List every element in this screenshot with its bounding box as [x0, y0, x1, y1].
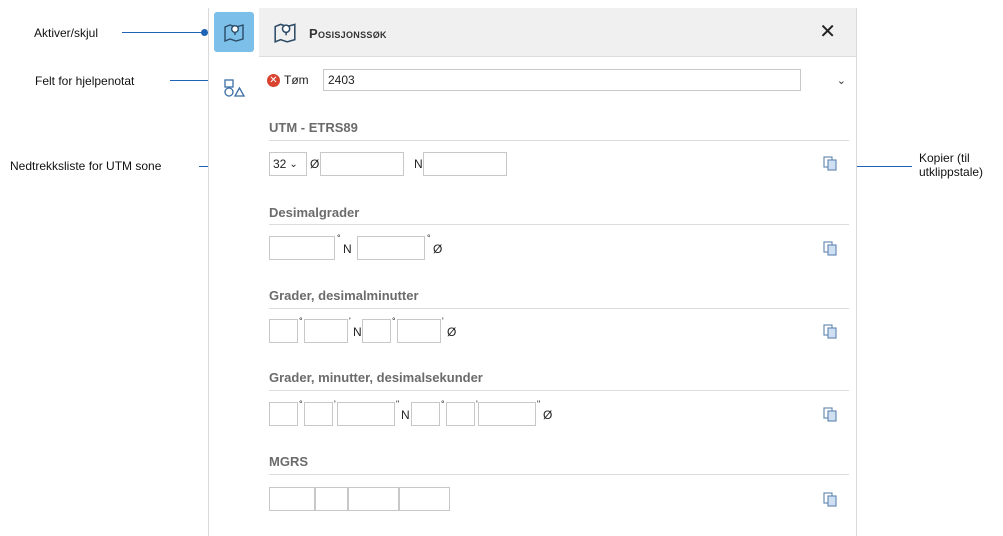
- decimal-lon-input[interactable]: [357, 236, 425, 260]
- callout-zone: Nedtrekksliste for UTM sone: [10, 159, 162, 173]
- section-title-decimal: Desimalgrader: [269, 205, 360, 220]
- mgrs-square-input[interactable]: [315, 487, 348, 511]
- clear-button[interactable]: ✕ Tøm: [267, 73, 309, 87]
- decimal-east-label: Ø: [433, 242, 443, 256]
- section-title-mgrs: MGRS: [269, 454, 308, 469]
- divider: [269, 474, 849, 475]
- ddm-north-label: N: [353, 325, 362, 339]
- degree-symbol: °: [299, 316, 303, 326]
- close-button[interactable]: ✕: [819, 19, 836, 44]
- mgrs-northing-input[interactable]: [399, 487, 450, 511]
- minute-symbol: ': [334, 399, 336, 409]
- mgrs-zone-input[interactable]: [269, 487, 315, 511]
- second-symbol: ": [396, 399, 400, 409]
- toggle-position-search-button[interactable]: [214, 12, 254, 52]
- ddm-lon-min-input[interactable]: [397, 319, 441, 343]
- callout-toggle: Aktiver/skjul: [34, 26, 99, 40]
- degree-symbol: °: [299, 399, 303, 409]
- degree-symbol: °: [392, 316, 396, 326]
- minute-symbol: ': [442, 316, 444, 326]
- leader-line: [122, 32, 208, 33]
- divider: [269, 390, 849, 391]
- close-circle-icon: ✕: [267, 73, 280, 87]
- position-search-panel: Posisjonssøk ✕ ✕ Tøm 2403 ⌄ UTM - ETRS89…: [259, 8, 857, 536]
- shapes-tool-button[interactable]: [214, 68, 254, 108]
- utm-zone-select[interactable]: 32 ⌄: [269, 152, 307, 176]
- map-pin-icon: [224, 24, 244, 43]
- divider: [269, 224, 849, 225]
- note-row: ✕ Tøm 2403 ⌄: [259, 66, 856, 96]
- divider: [269, 140, 849, 141]
- panel-header: Posisjonssøk ✕: [259, 8, 856, 57]
- dms-lat-deg-input[interactable]: [269, 402, 298, 426]
- dms-lon-min-input[interactable]: [446, 402, 475, 426]
- utm-north-input[interactable]: [423, 152, 507, 176]
- leader-dot: [201, 29, 208, 36]
- panel-title: Posisjonssøk: [309, 26, 387, 41]
- decimal-north-label: N: [343, 242, 352, 256]
- chevron-down-icon: ⌄: [289, 158, 298, 170]
- degree-symbol: °: [441, 399, 445, 409]
- copy-icon[interactable]: [822, 155, 838, 171]
- utm-north-label: N: [414, 157, 423, 171]
- copy-icon[interactable]: [822, 323, 838, 339]
- ddm-lon-deg-input[interactable]: [362, 319, 391, 343]
- leader-line: [850, 166, 912, 167]
- copy-icon[interactable]: [822, 406, 838, 422]
- note-input[interactable]: 2403: [323, 69, 801, 91]
- copy-icon[interactable]: [822, 240, 838, 256]
- utm-zone-value: 32: [273, 157, 287, 171]
- dms-north-label: N: [401, 408, 410, 422]
- divider: [269, 308, 849, 309]
- dms-lon-sec-input[interactable]: [478, 402, 536, 426]
- dms-lat-sec-input[interactable]: [337, 402, 395, 426]
- section-title-dms: Grader, minutter, desimalsekunder: [269, 370, 483, 385]
- degree-symbol: °: [337, 233, 341, 243]
- dms-lon-deg-input[interactable]: [411, 402, 440, 426]
- map-pin-icon: [274, 23, 296, 43]
- mgrs-easting-input[interactable]: [348, 487, 399, 511]
- dms-east-label: Ø: [543, 408, 553, 422]
- section-title-ddm: Grader, desimalminutter: [269, 288, 419, 303]
- shapes-icon: [224, 79, 246, 97]
- callout-copy: Kopier (til utklippstale): [919, 151, 984, 179]
- utm-east-input[interactable]: [320, 152, 404, 176]
- minute-symbol: ': [349, 316, 351, 326]
- chevron-down-icon[interactable]: ⌄: [837, 74, 846, 87]
- dms-lat-min-input[interactable]: [304, 402, 333, 426]
- tool-strip: [208, 8, 260, 536]
- second-symbol: ": [537, 399, 541, 409]
- ddm-lat-min-input[interactable]: [304, 319, 348, 343]
- copy-icon[interactable]: [822, 491, 838, 507]
- ddm-east-label: Ø: [447, 325, 457, 339]
- decimal-lat-input[interactable]: [269, 236, 335, 260]
- degree-symbol: °: [427, 233, 431, 243]
- clear-label: Tøm: [284, 73, 309, 87]
- callout-note: Felt for hjelpenotat: [35, 74, 135, 88]
- utm-east-label: Ø: [310, 157, 320, 171]
- ddm-lat-deg-input[interactable]: [269, 319, 298, 343]
- section-title-utm: UTM - ETRS89: [269, 120, 358, 135]
